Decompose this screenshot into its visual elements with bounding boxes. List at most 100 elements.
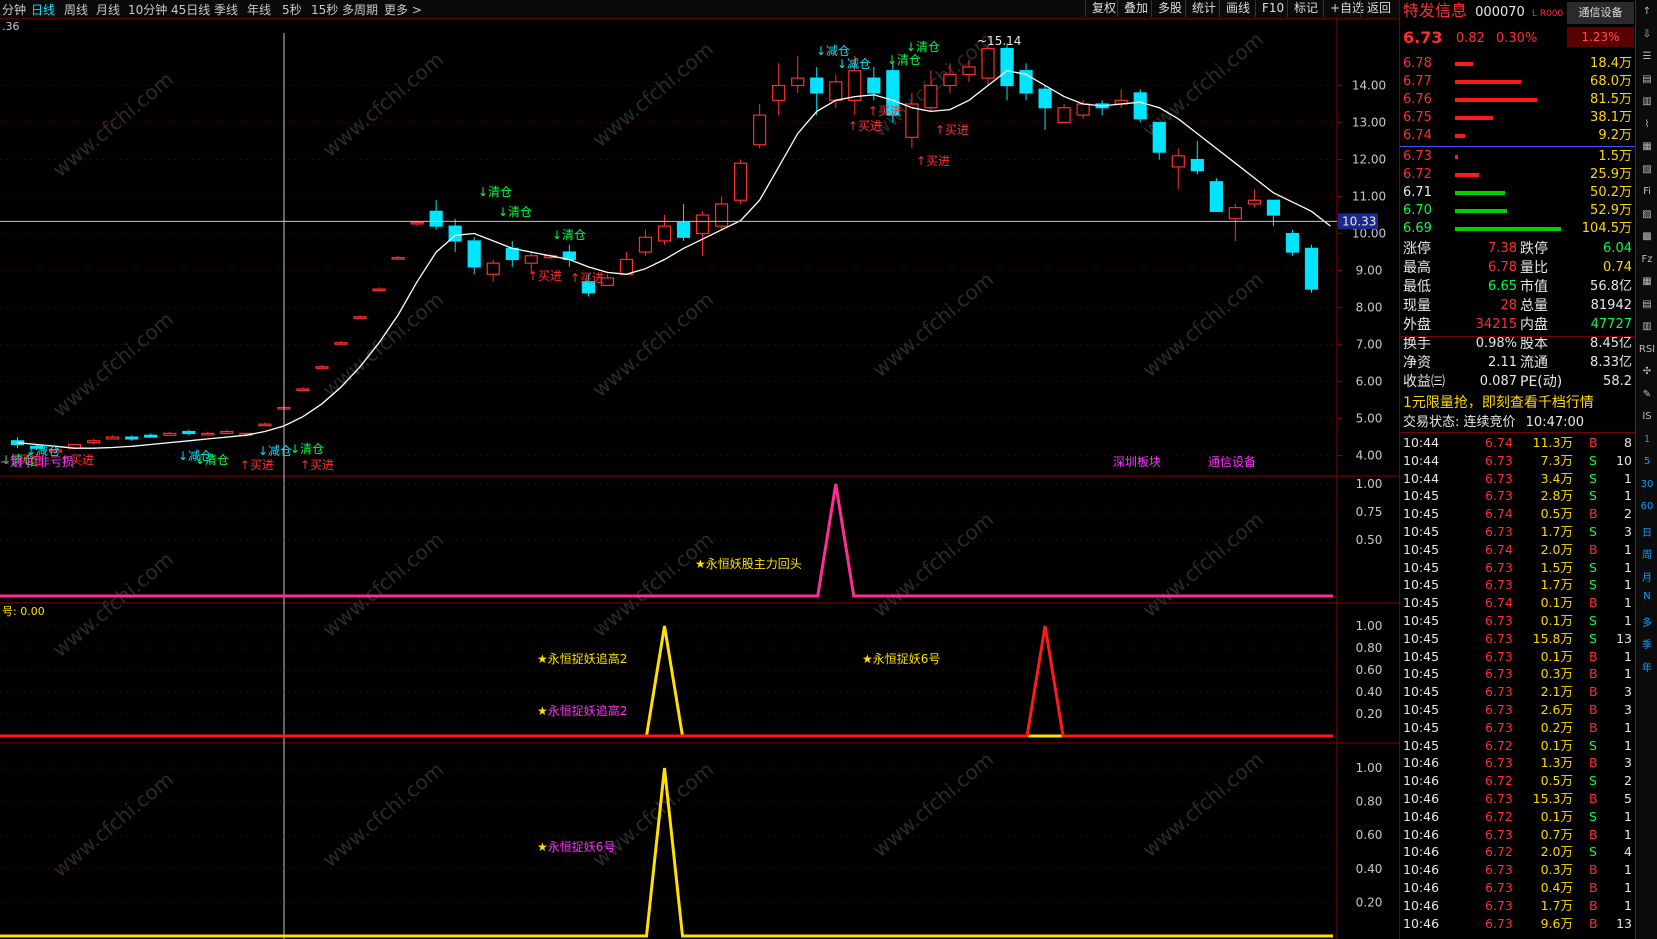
candle-body: [867, 77, 881, 94]
ask-level[interactable]: 6.74 9.2万: [1400, 127, 1635, 145]
kline-chart[interactable]: 14.0013.0012.0011.0010.009.008.007.006.0…: [0, 18, 1399, 939]
ask-level[interactable]: 6.75 38.1万: [1400, 109, 1635, 127]
tool-button-5[interactable]: F10: [1255, 0, 1290, 17]
sidebar-tool-13[interactable]: ▤: [1636, 299, 1657, 310]
stat-value: 2.11: [1488, 355, 1517, 370]
tab-7[interactable]: 年线: [247, 1, 271, 18]
stat-key: 流通: [1520, 355, 1548, 371]
sidebar-tool-26[interactable]: N: [1636, 591, 1657, 602]
sidebar-tool-11[interactable]: Fz: [1636, 254, 1657, 265]
ask-level[interactable]: 6.77 68.0万: [1400, 73, 1635, 91]
tab-6[interactable]: 季线: [214, 1, 238, 18]
stat-key: 换手: [1403, 336, 1431, 352]
stat-key: 涨停: [1403, 241, 1431, 257]
tick-volume: 0.1万: [1540, 613, 1573, 628]
tick-time: 10:45: [1403, 577, 1440, 593]
tool-button-8[interactable]: 返回: [1360, 0, 1397, 17]
bid-level[interactable]: 6.72 25.9万: [1400, 166, 1635, 184]
y-tick-label: 11.00: [1352, 190, 1386, 204]
sidebar-tool-5[interactable]: ⌇: [1636, 119, 1657, 130]
sidebar-tool-9[interactable]: ▨: [1636, 209, 1657, 220]
tab-8[interactable]: 5秒: [282, 1, 302, 18]
trade-status-time: 10:47:00: [1525, 415, 1585, 430]
sidebar-tool-10[interactable]: ▩: [1636, 231, 1657, 242]
pane-tick-1: 0.80: [1356, 641, 1383, 655]
price-change: 0.82: [1456, 31, 1485, 46]
ask-price: 6.77: [1403, 74, 1432, 89]
sidebar-tool-17[interactable]: ✎: [1636, 389, 1657, 400]
ask-price: 6.78: [1403, 56, 1432, 71]
sidebar-tool-22[interactable]: 60: [1636, 501, 1657, 512]
sidebar-tool-12[interactable]: ▦: [1636, 276, 1657, 287]
tick-count: 1: [1624, 737, 1632, 753]
industry-pct: 1.23%: [1567, 27, 1634, 47]
bid-price: 6.69: [1403, 221, 1432, 236]
stats-row: 涨停 7.38 跌停 6.04: [1400, 240, 1635, 258]
sidebar-tool-16[interactable]: ✣: [1636, 366, 1657, 377]
sidebar-tool-23[interactable]: 日: [1636, 524, 1657, 539]
bid-level[interactable]: 6.70 52.9万: [1400, 202, 1635, 220]
tab-10[interactable]: 多周期: [342, 1, 378, 18]
stat-key: 外盘: [1403, 317, 1431, 333]
tick-volume: 0.1万: [1540, 595, 1573, 611]
sidebar-tool-20[interactable]: 5: [1636, 456, 1657, 467]
tick-price: 6.73: [1485, 524, 1513, 539]
tick-price: 6.74: [1485, 541, 1513, 557]
candle-body: [734, 162, 748, 201]
sidebar-tool-3[interactable]: ▤: [1636, 74, 1657, 85]
tick-time: 10:44: [1403, 470, 1440, 486]
tab-0[interactable]: 分钟: [2, 1, 26, 18]
bid-level[interactable]: 6.73 1.5万: [1400, 148, 1635, 166]
tab-5[interactable]: 45日线: [171, 1, 210, 18]
bid-level[interactable]: 6.71 50.2万: [1400, 184, 1635, 202]
tool-button-6[interactable]: 标记: [1287, 0, 1324, 17]
tool-button-2[interactable]: 多股: [1151, 0, 1188, 17]
sidebar-tool-27[interactable]: 多: [1636, 614, 1657, 629]
tick-side: S: [1589, 470, 1597, 486]
promo-link[interactable]: 1元限量抢，即刻查看千档行情: [1403, 394, 1594, 412]
tick-side: B: [1589, 791, 1598, 806]
tab-4[interactable]: 10分钟: [128, 1, 167, 18]
sidebar-tool-19[interactable]: 1: [1636, 434, 1657, 445]
pane-tick-0: 1.00: [1356, 477, 1383, 491]
sidebar-tool-7[interactable]: ▧: [1636, 164, 1657, 175]
sidebar-tool-4[interactable]: ▥: [1636, 96, 1657, 107]
tick-volume: 9.6万: [1540, 915, 1573, 931]
tick-volume: 0.3万: [1540, 666, 1573, 682]
sidebar-tool-14[interactable]: ▥: [1636, 321, 1657, 332]
sidebar-tool-28[interactable]: 季: [1636, 636, 1657, 651]
tick-volume: 0.4万: [1540, 880, 1573, 895]
bid-level[interactable]: 6.69 104.5万: [1400, 220, 1635, 238]
tab-9[interactable]: 15秒: [311, 1, 338, 18]
sidebar-tool-2[interactable]: ☰: [1636, 51, 1657, 62]
pane-signal-label-0-0: ★永恒妖股主力回头: [695, 557, 802, 571]
sidebar-tool-1[interactable]: ⇩: [1636, 29, 1657, 40]
tool-button-1[interactable]: 叠加: [1117, 0, 1154, 17]
sidebar-tool-24[interactable]: 周: [1636, 546, 1657, 561]
ask-level[interactable]: 6.76 81.5万: [1400, 91, 1635, 109]
ma-line: [17, 70, 1331, 449]
y-tick-label: 7.00: [1356, 338, 1383, 352]
tab-2[interactable]: 周线: [64, 1, 88, 18]
sidebar-tool-21[interactable]: 30: [1636, 479, 1657, 490]
sidebar-tool-8[interactable]: Fi: [1636, 186, 1657, 197]
tool-button-4[interactable]: 画线: [1219, 0, 1256, 17]
industry-button[interactable]: 通信设备: [1567, 2, 1634, 24]
bid-bar: [1455, 173, 1479, 177]
tick-volume: 2.1万: [1540, 684, 1573, 700]
ask-level[interactable]: 6.78 18.4万: [1400, 55, 1635, 73]
sidebar-tool-18[interactable]: IS: [1636, 411, 1657, 422]
sidebar-tool-25[interactable]: 月: [1636, 569, 1657, 584]
tool-button-3[interactable]: 统计: [1185, 0, 1222, 17]
tick-time: 10:46: [1403, 826, 1440, 842]
stat-value: 6.78: [1488, 260, 1517, 275]
sidebar-tool-0[interactable]: ↑: [1636, 6, 1657, 17]
sidebar-tool-29[interactable]: 年: [1636, 659, 1657, 674]
sidebar-tool-15[interactable]: RSI: [1636, 344, 1657, 355]
sidebar-tool-6[interactable]: ▦: [1636, 141, 1657, 152]
tab-11[interactable]: 更多 >: [384, 1, 422, 18]
tab-1[interactable]: 日线: [31, 1, 55, 18]
tick-count: 3: [1624, 684, 1632, 700]
tab-3[interactable]: 月线: [96, 1, 120, 18]
candle-body: [258, 423, 272, 427]
